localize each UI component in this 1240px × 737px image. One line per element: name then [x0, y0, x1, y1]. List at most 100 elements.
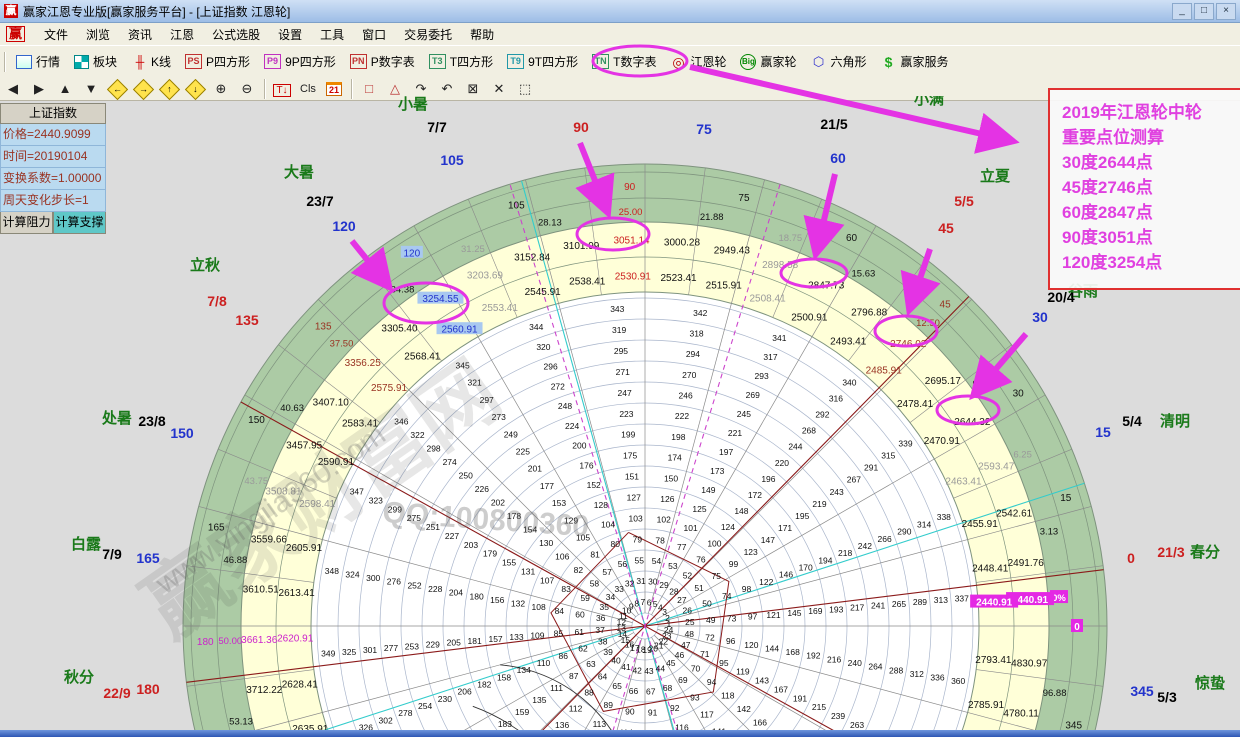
svg-text:108: 108 [532, 602, 546, 612]
toolbar-button-9P四方形[interactable]: P99P四方形 [257, 49, 343, 74]
toolbar-button-P数字表[interactable]: PN P数字表 [343, 49, 422, 74]
button-计算支撑[interactable]: 计算支撑 [53, 212, 106, 234]
svg-text:123: 123 [744, 547, 758, 557]
toolbar-button-行情[interactable]: 行情 [9, 49, 67, 74]
svg-text:2485.91: 2485.91 [866, 366, 903, 377]
hexagon-icon: ⬡ [811, 55, 827, 69]
svg-text:104: 104 [601, 520, 615, 530]
svg-text:339: 339 [898, 439, 912, 449]
toolbar-button-T四方形[interactable]: T3T四方形 [422, 49, 500, 74]
toolbar-button-赢家服务[interactable]: $赢家服务 [874, 49, 956, 74]
degree-date-label: 21/3 [1157, 544, 1184, 560]
close-button[interactable]: × [1216, 3, 1236, 20]
solar-term-label: 小暑 [398, 96, 428, 113]
maximize-button[interactable]: □ [1194, 3, 1214, 20]
svg-text:270: 270 [682, 370, 696, 380]
toolbar-button-六角形[interactable]: ⬡六角形 [804, 49, 874, 74]
svg-text:119: 119 [736, 667, 750, 677]
svg-text:50.00: 50.00 [218, 636, 242, 647]
toolbar-button-T数字表[interactable]: TNT数字表 [585, 49, 663, 74]
toolbar-button-江恩轮[interactable]: ◎江恩轮 [663, 49, 733, 74]
svg-text:292: 292 [815, 410, 829, 420]
svg-text:2568.41: 2568.41 [404, 351, 441, 362]
svg-text:37: 37 [595, 625, 605, 635]
svg-text:32: 32 [625, 579, 635, 589]
toolbar-button-9T四方形[interactable]: T99T四方形 [500, 49, 585, 74]
svg-text:110: 110 [537, 658, 551, 668]
svg-text:3407.10: 3407.10 [313, 397, 350, 408]
svg-text:4: 4 [658, 603, 663, 613]
svg-text:192: 192 [806, 651, 820, 661]
svg-text:253: 253 [405, 641, 419, 651]
svg-text:152: 152 [587, 480, 601, 490]
blocks-icon [74, 55, 89, 69]
svg-text:174: 174 [668, 453, 682, 463]
toolbar-separator [4, 52, 5, 72]
svg-text:206: 206 [457, 687, 471, 697]
degree-date-label: 180 [136, 681, 160, 697]
svg-text:12.50: 12.50 [916, 318, 940, 329]
menu-item-帮助[interactable]: 帮助 [461, 26, 503, 44]
svg-text:96: 96 [726, 636, 736, 646]
toolbar-label: P四方形 [206, 53, 250, 70]
toolbar-button-板块[interactable]: 板块 [67, 49, 124, 74]
svg-text:2508.41: 2508.41 [749, 294, 786, 305]
svg-text:263: 263 [850, 720, 864, 730]
svg-text:278: 278 [398, 708, 412, 718]
svg-text:337: 337 [955, 593, 969, 603]
svg-text:149: 149 [701, 485, 715, 495]
button-计算阻力[interactable]: 计算阻力 [0, 212, 53, 234]
svg-text:223: 223 [619, 409, 633, 419]
svg-text:167: 167 [774, 684, 788, 694]
svg-text:92: 92 [670, 703, 680, 713]
menu-item-浏览[interactable]: 浏览 [77, 26, 119, 44]
svg-text:46: 46 [675, 650, 685, 660]
svg-text:77: 77 [677, 542, 687, 552]
minimize-button[interactable]: _ [1172, 3, 1192, 20]
window-controls: _□× [1172, 3, 1240, 20]
svg-text:2463.41: 2463.41 [945, 476, 982, 487]
toolbar-button-赢家轮[interactable]: Big赢家轮 [733, 49, 803, 74]
svg-text:336: 336 [930, 673, 944, 683]
menu-item-资讯[interactable]: 资讯 [119, 26, 161, 44]
svg-text:136: 136 [555, 720, 569, 730]
svg-text:6.25: 6.25 [1013, 449, 1032, 460]
svg-text:191: 191 [793, 693, 807, 703]
svg-text:127: 127 [627, 492, 641, 502]
svg-text:276: 276 [387, 577, 401, 587]
svg-text:3: 3 [662, 607, 667, 617]
svg-text:244: 244 [788, 442, 802, 452]
toolbar-label: P数字表 [371, 53, 415, 70]
menu-item-公式选股[interactable]: 公式选股 [203, 26, 269, 44]
svg-text:113: 113 [593, 719, 607, 729]
svg-text:217: 217 [850, 602, 864, 612]
menu-item-设置[interactable]: 设置 [269, 26, 311, 44]
menu-item-交易委托[interactable]: 交易委托 [395, 26, 461, 44]
menu-logo-icon: 赢 [6, 26, 25, 42]
svg-text:340: 340 [842, 377, 856, 387]
cls-button[interactable]: Cls [295, 81, 321, 97]
menu-item-文件[interactable]: 文件 [35, 26, 77, 44]
toolbar-button-P四方形[interactable]: PS P四方形 [178, 49, 257, 74]
toolbar-label: 赢家轮 [760, 53, 796, 70]
svg-text:243: 243 [830, 487, 844, 497]
svg-text:5: 5 [653, 599, 658, 609]
degree-date-label: 75 [696, 121, 712, 137]
svg-text:320: 320 [536, 342, 550, 352]
svg-text:289: 289 [913, 597, 927, 607]
menu-item-江恩[interactable]: 江恩 [161, 26, 203, 44]
menu-item-窗口[interactable]: 窗口 [353, 26, 395, 44]
pn-icon: PN [350, 54, 367, 69]
panel-row: 时间=20190104 [0, 146, 106, 168]
svg-text:25: 25 [685, 617, 695, 627]
svg-text:219: 219 [812, 499, 826, 509]
svg-text:342: 342 [693, 308, 707, 318]
svg-text:15.63: 15.63 [851, 269, 875, 280]
svg-text:3.13: 3.13 [1040, 526, 1059, 537]
svg-text:349: 349 [321, 649, 335, 659]
menu-item-工具[interactable]: 工具 [311, 26, 353, 44]
svg-text:288: 288 [889, 665, 903, 675]
svg-text:93: 93 [690, 692, 700, 702]
ps-icon: PS [185, 54, 202, 69]
toolbar-button-K线[interactable]: ╫K线 [124, 49, 178, 74]
